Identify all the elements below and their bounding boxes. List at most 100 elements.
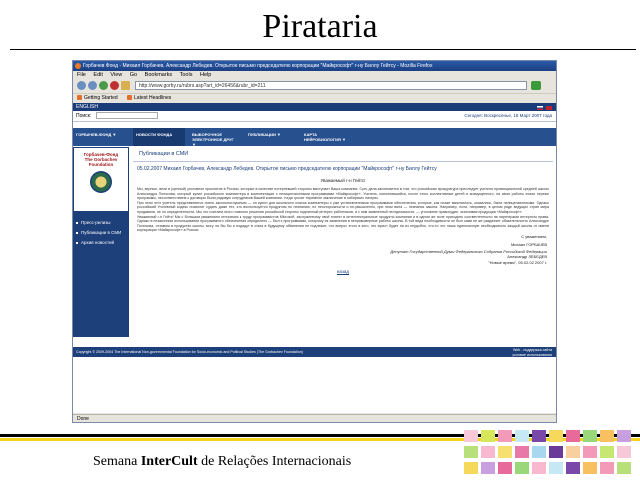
address-bar[interactable]: http://www.gorby.ru/rubrs.asp?art_id=264… [135,81,527,90]
article-area: Публикации в СМИ 05.02.2007 Михаил Горба… [133,149,553,274]
article-paragraph: Мы, верные, вели в (ценный) уголовное пр… [137,187,549,201]
bullet-icon [76,241,78,244]
nav-news[interactable]: НОВОСТИ ФОНДА [133,128,185,146]
mosaic-tile [498,446,512,458]
mosaic-tile [515,446,529,458]
nav-map[interactable]: КАРТА НЕЙРОБИОЛОГИЯ ▼ [301,128,357,146]
mosaic-tile [600,462,614,474]
nav-electronic[interactable]: ВЫБОРОЧНОЕ ЭЛЕКТРОННОЕ ДРУГ ▼ [189,128,241,147]
mosaic-tile [532,446,546,458]
menu-view[interactable]: View [110,72,122,78]
menu-help[interactable]: Help [200,72,211,78]
signature-name-1: Михаил ГОРБАЧЕВ [510,241,547,247]
mosaic-tile [549,462,563,474]
foundation-logo[interactable]: Горбачев-Фонд The Gorbachev Foundation [73,147,129,212]
english-link[interactable]: ENGLISH [76,104,98,110]
copyright-text: Copyright © 2009-2004 The International … [76,350,303,354]
decorative-mosaic [464,430,640,480]
article-greeting: Уважаемый г-н Гейтс! [320,178,366,183]
article-source: "Новые время", 05.02.02 2007 г. [488,259,547,265]
side-item-media[interactable]: Публикации в СМИ [76,228,127,238]
reload-icon[interactable] [99,81,108,90]
mosaic-tile [583,430,597,442]
mosaic-tile [532,462,546,474]
bullet-icon [76,221,78,224]
menu-file[interactable]: File [77,72,86,78]
mosaic-tile [617,430,631,442]
bookmark-icon [77,95,82,101]
breadcrumb: Публикации в СМИ [133,149,553,162]
mosaic-tile [464,430,478,442]
site-sidebar: Горбачев-Фонд The Gorbachev Foundation П… [73,147,129,337]
article-paragraph: Уважаемый г-н Гейтс! Мы с большим уважен… [137,214,549,233]
mosaic-tile [600,446,614,458]
article-paragraph: При этом этот учитель представляется оче… [137,200,549,214]
mosaic-tile [600,430,614,442]
side-item-archive[interactable]: Архив новостей [76,238,127,248]
back-link[interactable]: назад [133,267,553,274]
back-icon[interactable] [77,81,86,90]
page-content: ENGLISH Поиск: Сегодня: Воскресенье, 18 … [73,103,556,413]
site-navigation: ГОРБАЧЕВ-ФОНД ▼ НОВОСТИ ФОНДА ВЫБОРОЧНОЕ… [73,128,556,147]
mosaic-tile [498,462,512,474]
bookmark-getting-started[interactable]: Getting Started [77,95,118,101]
menu-tools[interactable]: Tools [180,72,193,78]
logo-text-en-2: Foundation [88,162,114,167]
footer-bold: InterCult [140,454,198,469]
nav-foundation[interactable]: ГОРБАЧЕВ-ФОНД ▼ [73,128,131,146]
globe-emblem-icon [90,171,112,193]
site-topbar: ENGLISH [73,103,556,111]
mosaic-tile [464,462,478,474]
status-bar: Done [73,414,556,422]
browser-window: Горбачев Фонд - Михаил Горбачев, Алексан… [72,60,557,423]
mosaic-tile [481,430,495,442]
mosaic-tile [566,462,580,474]
mosaic-tile [515,430,529,442]
english-flag-icon[interactable] [546,106,552,110]
mosaic-tile [566,446,580,458]
menu-edit[interactable]: Edit [93,72,102,78]
footer-links: Web - поддержка сайта условие использова… [512,347,552,357]
side-menu: Пресс-релизы Публикации в СМИ Архив ново… [73,212,129,248]
home-icon[interactable] [121,81,130,90]
mosaic-tile [498,430,512,442]
side-item-press-releases[interactable]: Пресс-релизы [76,218,127,228]
stop-icon[interactable] [110,81,119,90]
site-footer: Copyright © 2009-2004 The International … [73,347,556,357]
slide-title: Pirataria [262,8,378,45]
mosaic-tile [532,430,546,442]
mosaic-tile [583,446,597,458]
mosaic-tile [481,462,495,474]
bullet-icon [76,231,78,234]
forward-icon[interactable] [88,81,97,90]
mosaic-tile [549,430,563,442]
site-search: Поиск: Сегодня: Воскресенье, 18 Март 200… [73,111,556,122]
site-date: Сегодня: Воскресенье, 18 Март 2007 года [464,113,552,118]
mosaic-tile [617,462,631,474]
russian-flag-icon[interactable] [536,106,543,110]
mosaic-tile [566,430,580,442]
rss-icon [127,95,133,101]
slide-footer-text: Semana InterCult de Relações Internacion… [93,454,352,469]
article-headline: 05.02.2007 Михаил Горбачев, Александр Ле… [137,166,437,172]
nav-publications[interactable]: ПУБЛИКАЦИИ ▼ [245,128,297,146]
footer-terms-link[interactable]: условие использования [512,353,552,358]
mosaic-tile [464,446,478,458]
menu-go[interactable]: Go [130,72,137,78]
window-title: Горбачев Фонд - Михаил Горбачев, Алексан… [83,63,433,69]
mosaic-tile [549,446,563,458]
mosaic-tile [617,446,631,458]
search-input[interactable] [95,112,158,120]
mosaic-tile [515,462,529,474]
menu-bookmarks[interactable]: Bookmarks [145,72,173,78]
signature-respect: С уважением, [521,233,547,239]
title-divider [10,49,636,50]
firefox-icon [75,63,81,69]
footer-support-link[interactable]: Web - поддержка сайта [512,348,552,353]
menu-bar: File Edit View Go Bookmarks Tools Help [73,71,556,79]
go-icon[interactable] [531,81,541,90]
bookmark-latest-headlines[interactable]: Latest Headlines [127,95,171,101]
mosaic-tile [583,462,597,474]
navigation-toolbar: http://www.gorby.ru/rubrs.asp?art_id=264… [73,79,556,94]
window-titlebar[interactable]: Горбачев Фонд - Михаил Горбачев, Алексан… [73,61,556,71]
